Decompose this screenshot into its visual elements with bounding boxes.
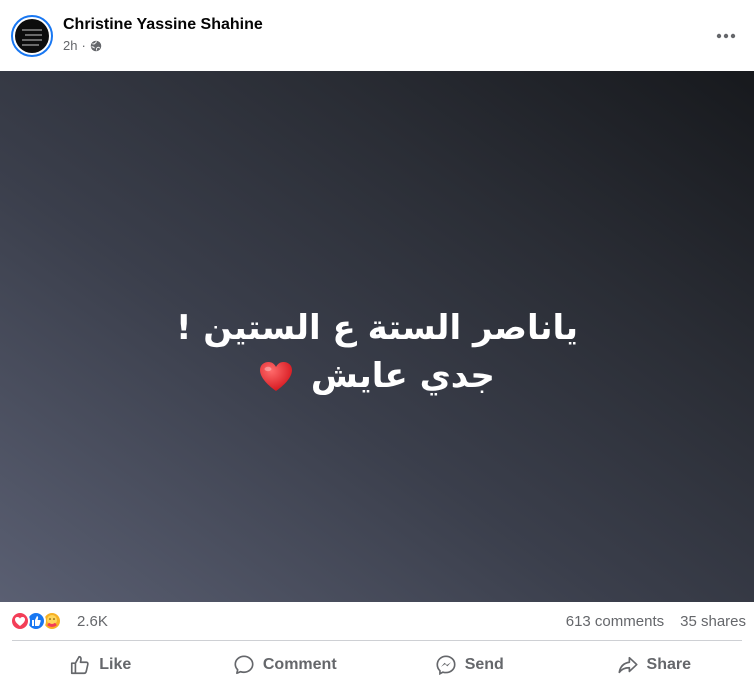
post-text-line-1: ياناصر الستة ع الستين !: [175, 307, 579, 348]
meta-separator: ·: [81, 38, 86, 53]
comment-icon: [234, 655, 254, 675]
avatar-image: [15, 19, 49, 53]
facebook-post: Christine Yassine Shahine 2h · ياناصر ال…: [0, 0, 754, 695]
comment-label: Comment: [262, 656, 337, 673]
avatar[interactable]: [11, 15, 53, 57]
comments-count[interactable]: 613 comments: [566, 613, 664, 630]
text-post-background[interactable]: ياناصر الستة ع الستين ! جدي عايش: [0, 71, 754, 602]
author-name[interactable]: Christine Yassine Shahine: [63, 16, 263, 34]
post-time[interactable]: 2h: [63, 38, 77, 53]
post-header: Christine Yassine Shahine 2h ·: [0, 0, 754, 71]
messenger-icon: [436, 655, 456, 676]
love-icon: [10, 611, 30, 631]
send-button[interactable]: Send: [377, 643, 562, 687]
share-label: Share: [646, 656, 691, 673]
like-label: Like: [99, 656, 132, 673]
share-button[interactable]: Share: [562, 643, 747, 687]
divider: [12, 640, 742, 641]
reaction-icons[interactable]: [10, 611, 62, 631]
send-label: Send: [464, 656, 504, 673]
like-button[interactable]: Like: [8, 643, 193, 687]
post-meta: 2h ·: [63, 38, 102, 53]
shares-count[interactable]: 35 shares: [680, 613, 746, 630]
post-text: ياناصر الستة ع الستين ! جدي عايش: [176, 304, 578, 400]
reaction-count[interactable]: 2.6K: [77, 613, 108, 630]
more-options-icon[interactable]: [712, 22, 740, 50]
reactions-summary: 2.6K 613 comments 35 shares: [0, 602, 754, 640]
post-text-line-2: جدي عايش: [310, 355, 495, 396]
thumbs-up-icon: [71, 655, 89, 675]
engagement-counts: 613 comments 35 shares: [566, 613, 746, 630]
share-icon: [617, 656, 638, 674]
comment-button[interactable]: Comment: [193, 643, 378, 687]
globe-icon[interactable]: [90, 40, 102, 52]
action-bar: Like Comment Send Share: [8, 643, 746, 687]
red-heart-icon: [260, 362, 293, 391]
post-text-line-2-wrap: جدي عايش: [176, 352, 578, 400]
